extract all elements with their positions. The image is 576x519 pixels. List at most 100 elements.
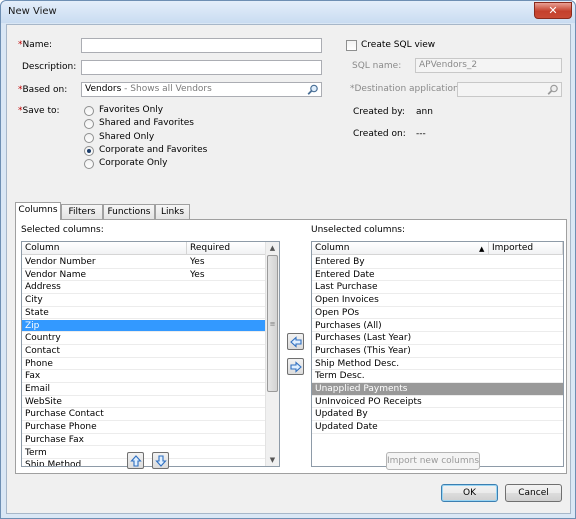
tab-links[interactable]: Links <box>155 204 190 219</box>
tab-functions[interactable]: Functions <box>103 204 155 219</box>
table-row[interactable]: Purchases (This Year) <box>312 345 563 358</box>
selected-columns-header: Column Required <box>22 242 269 255</box>
table-row[interactable]: Ship Method Desc. <box>312 358 563 371</box>
table-row[interactable]: Fax <box>22 370 265 383</box>
column-name-cell: Purchase Contact <box>25 409 104 420</box>
unselected-columns-label: Unselected columns: <box>311 225 405 235</box>
table-row[interactable]: Updated Date <box>312 421 563 434</box>
sql-name-field[interactable]: APVendors_2 <box>415 58 562 73</box>
column-name-cell: Entered Date <box>315 269 375 280</box>
radio-button[interactable] <box>84 145 94 156</box>
add-column-button[interactable] <box>287 333 304 350</box>
imported-header[interactable]: Imported <box>489 242 563 255</box>
table-row[interactable]: WebSite <box>22 396 265 409</box>
column-name-cell: Vendor Number <box>25 257 96 267</box>
arrow-right-icon <box>290 361 302 373</box>
table-row[interactable]: Unapplied Payments <box>312 383 563 396</box>
table-row[interactable]: Email <box>22 383 265 396</box>
radio-button[interactable] <box>84 132 94 143</box>
column-name-cell: Last Purchase <box>315 282 378 293</box>
table-row[interactable]: Entered Date <box>312 269 563 282</box>
dialog-body: *Name: Description: *Based on: Vendors -… <box>6 24 571 514</box>
required-header[interactable]: Required <box>187 242 269 255</box>
column-name-cell: Zip <box>25 320 40 331</box>
table-row[interactable]: Purchases (All) <box>312 320 563 333</box>
scroll-up-arrow-icon[interactable]: ▲ <box>266 242 279 254</box>
move-down-button[interactable] <box>152 452 169 469</box>
column-name-cell: Open Invoices <box>315 295 379 306</box>
column-name-cell: Ship Method Desc. <box>315 358 400 369</box>
magnifier-icon[interactable] <box>307 84 319 95</box>
selected-columns-scrollbar[interactable]: ▲ ≡ ▼ <box>265 242 279 466</box>
table-row[interactable]: Zip <box>22 319 265 333</box>
column-name-cell: UnInvoiced PO Receipts <box>315 396 422 407</box>
column-name-cell: Purchase Fax <box>25 434 84 445</box>
name-field[interactable] <box>81 38 322 53</box>
column-name-cell: Country <box>25 333 61 344</box>
scroll-thumb[interactable]: ≡ <box>267 255 278 392</box>
tab-columns[interactable]: Columns <box>15 202 61 220</box>
table-row[interactable]: Address <box>22 281 265 295</box>
sort-arrow-icon: ▲ <box>479 245 485 253</box>
table-row[interactable]: Entered By <box>312 256 563 269</box>
table-row[interactable]: Contact <box>22 345 265 358</box>
table-row[interactable]: Purchase Phone <box>22 421 265 434</box>
column-name-cell: Vendor Name <box>25 269 87 280</box>
table-row[interactable]: Purchase Contact <box>22 408 265 422</box>
table-row[interactable]: Term Desc. <box>312 370 563 383</box>
column-name-cell: Purchases (Last Year) <box>315 333 412 344</box>
scroll-down-arrow-icon[interactable]: ▼ <box>266 454 279 466</box>
table-row[interactable]: Vendor Number Yes <box>22 256 265 269</box>
column-name-cell: Address <box>25 282 61 293</box>
move-up-button[interactable] <box>127 452 144 469</box>
column-name-cell: City <box>25 295 43 306</box>
radio-button[interactable] <box>84 106 94 116</box>
based-on-value: Vendors <box>85 84 122 94</box>
remove-column-button[interactable] <box>287 358 304 375</box>
table-row[interactable]: Country <box>22 332 265 345</box>
table-row[interactable]: State <box>22 307 265 320</box>
created-on-label: Created on: <box>353 129 406 139</box>
radio-button[interactable] <box>84 159 94 170</box>
table-row[interactable]: Purchases (Last Year) <box>312 332 563 345</box>
arrow-left-icon <box>290 336 302 348</box>
table-row[interactable]: Open POs <box>312 307 563 320</box>
tab-filters[interactable]: Filters <box>61 204 103 219</box>
unselected-columns-header: Column ▲ Imported <box>312 242 563 255</box>
column-name-cell: Purchases (This Year) <box>315 345 411 356</box>
window-title: New View <box>8 6 57 17</box>
column-name-cell: Open POs <box>315 307 360 318</box>
column-name-cell: Fax <box>25 371 41 382</box>
based-on-field[interactable]: Vendors - Shows all Vendors <box>81 82 322 97</box>
description-field[interactable] <box>81 60 322 75</box>
create-sql-view-checkbox[interactable] <box>346 40 357 51</box>
selected-columns-grid[interactable]: Column Required Vendor Number Yes Vendor N… <box>21 241 280 467</box>
table-row[interactable]: Updated By <box>312 408 563 422</box>
title-bar[interactable]: New View ✕ <box>1 1 575 23</box>
column-header[interactable]: Column <box>312 242 489 255</box>
column-header[interactable]: Column <box>22 242 187 255</box>
table-row[interactable]: Purchase Fax <box>22 434 265 447</box>
ok-button[interactable]: OK <box>441 484 498 502</box>
save-to-option-label: Corporate Only <box>99 158 168 169</box>
table-row[interactable]: City <box>22 294 265 307</box>
close-button[interactable]: ✕ <box>534 2 572 19</box>
save-to-radio-group: Favorites Only Shared and Favorites Shared… <box>84 105 234 175</box>
radio-button[interactable] <box>84 119 94 130</box>
magnifier-icon[interactable] <box>547 84 559 95</box>
created-by-label: Created by: <box>353 107 405 117</box>
table-row[interactable]: Open Invoices <box>312 294 563 307</box>
based-on-label: *Based on: <box>18 85 68 95</box>
table-row[interactable]: Last Purchase <box>312 281 563 295</box>
created-on-value: --- <box>416 129 426 139</box>
destination-application-field[interactable] <box>457 82 562 97</box>
table-row[interactable]: Vendor Name Yes <box>22 269 265 282</box>
unselected-columns-grid[interactable]: Column ▲ Imported Entered By Entered Date… <box>311 241 564 467</box>
table-row[interactable]: Phone <box>22 358 265 371</box>
save-to-option-label: Corporate and Favorites <box>99 144 208 155</box>
cancel-button[interactable]: Cancel <box>505 484 562 502</box>
required-cell: Yes <box>190 269 205 280</box>
table-row[interactable]: UnInvoiced PO Receipts <box>312 396 563 409</box>
column-name-cell: Entered By <box>315 257 365 267</box>
import-new-columns-button[interactable]: Import new columns <box>386 452 480 470</box>
